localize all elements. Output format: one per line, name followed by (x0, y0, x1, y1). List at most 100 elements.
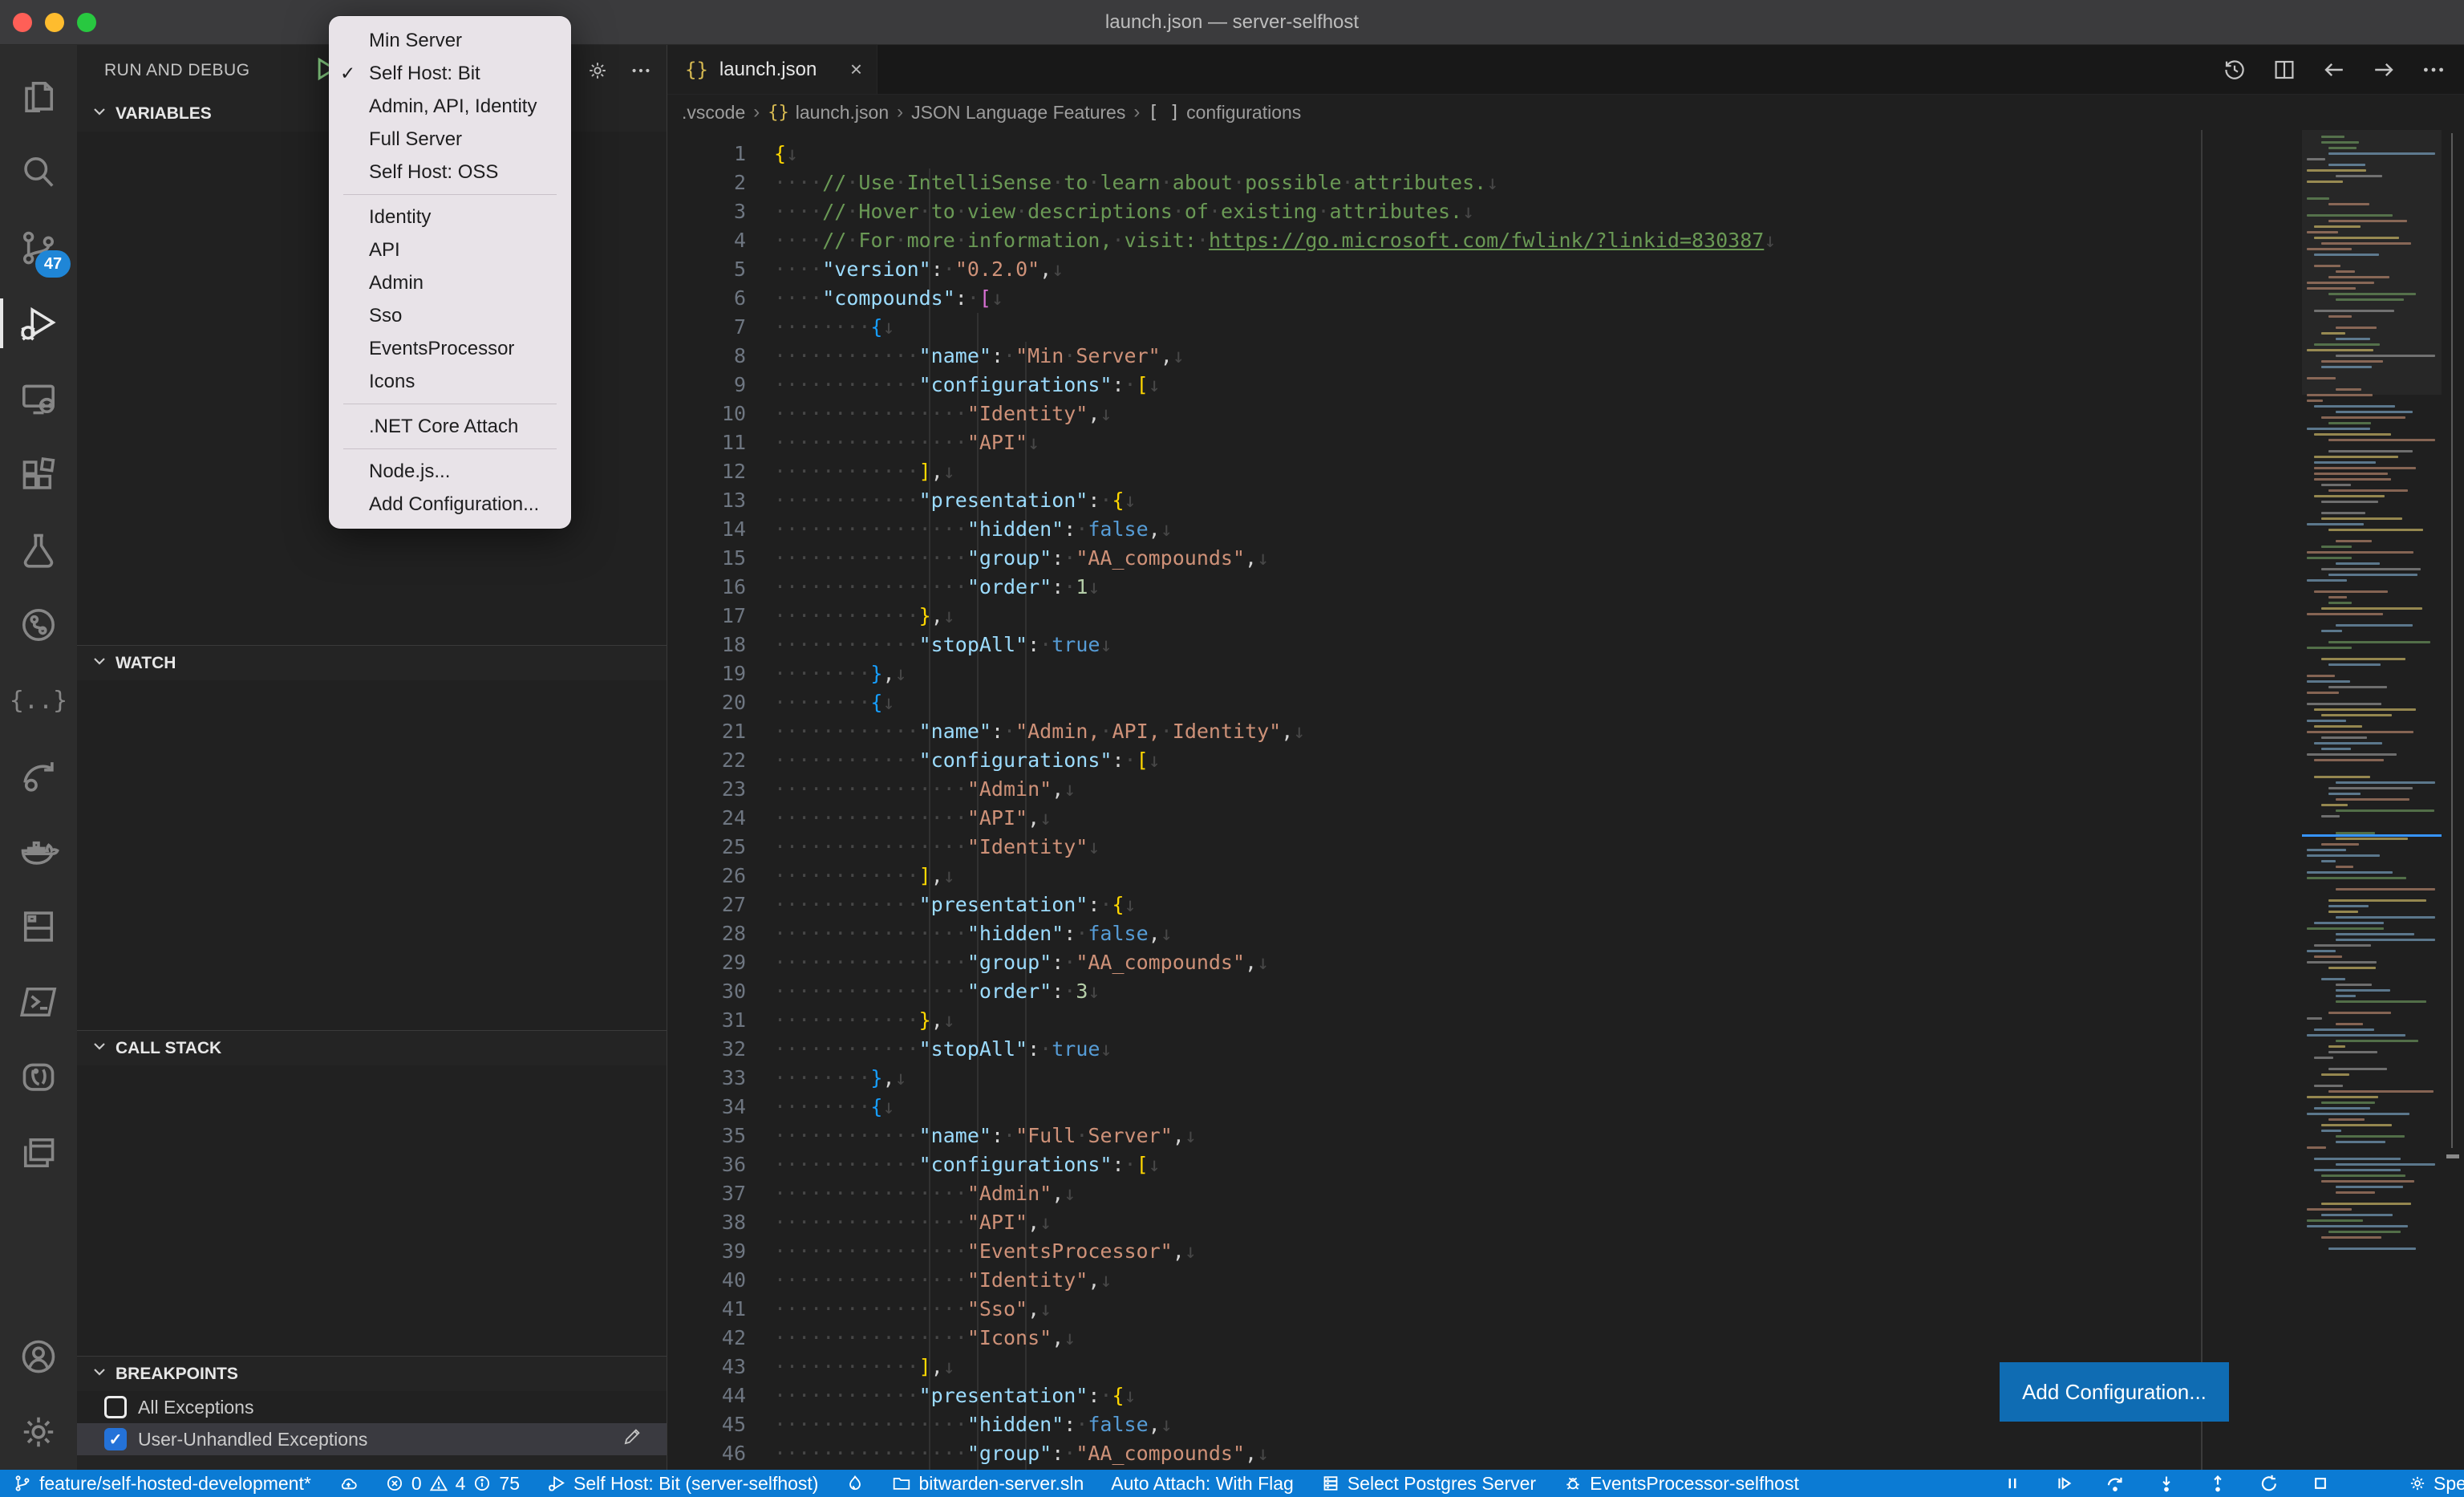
extensions-icon[interactable] (0, 436, 77, 512)
line-number[interactable]: 42 (667, 1324, 746, 1353)
line-number[interactable]: 24 (667, 804, 746, 833)
line-number[interactable]: 19 (667, 659, 746, 688)
menu-item[interactable]: Sso (329, 299, 571, 332)
menu-item[interactable]: Icons (329, 365, 571, 398)
code-line[interactable]: 31············},↓ (667, 1006, 2302, 1035)
code-line[interactable]: 25················"Identity"↓ (667, 833, 2302, 862)
code-line[interactable]: 20········{↓ (667, 688, 2302, 717)
code-line[interactable]: 3····//·Hover·to·view·descriptions·of·ex… (667, 197, 2302, 226)
code-line[interactable]: 33········},↓ (667, 1064, 2302, 1093)
code-line[interactable]: 9············"configurations":·[↓ (667, 371, 2302, 400)
line-number[interactable]: 16 (667, 573, 746, 602)
line-number[interactable]: 41 (667, 1295, 746, 1324)
line-number[interactable]: 29 (667, 948, 746, 977)
line-number[interactable]: 12 (667, 457, 746, 486)
continue-icon[interactable] (2053, 1473, 2074, 1494)
stop-icon[interactable] (2310, 1473, 2331, 1494)
menu-item[interactable]: Admin (329, 266, 571, 299)
code-line[interactable]: 41················"Sso",↓ (667, 1295, 2302, 1324)
go-forward-icon[interactable] (2371, 57, 2397, 83)
code-line[interactable]: 38················"API",↓ (667, 1208, 2302, 1237)
line-number[interactable]: 31 (667, 1006, 746, 1035)
testing-icon[interactable] (0, 512, 77, 587)
go-back-icon[interactable] (2321, 57, 2347, 83)
branch-status-item[interactable]: feature/self-hosted-development* (13, 1473, 311, 1495)
settings-gear-icon[interactable] (0, 1394, 77, 1470)
line-number[interactable]: 21 (667, 717, 746, 746)
code-line[interactable]: 19········},↓ (667, 659, 2302, 688)
code-line[interactable]: 24················"API",↓ (667, 804, 2302, 833)
line-number[interactable]: 2 (667, 168, 746, 197)
menu-item[interactable]: Admin, API, Identity (329, 90, 571, 123)
code-line[interactable]: 5····"version":·"0.2.0",↓ (667, 255, 2302, 284)
code-line[interactable]: 11················"API"↓ (667, 428, 2302, 457)
code-line[interactable]: 4····//·For·more·information,·visit:·htt… (667, 226, 2302, 255)
call-stack-section-header[interactable]: CALL STACK (77, 1030, 667, 1065)
line-number[interactable]: 11 (667, 428, 746, 457)
code-line[interactable]: 17············},↓ (667, 602, 2302, 631)
breakpoint-user-unhandled[interactable]: ✓ User-Unhandled Exceptions (77, 1423, 667, 1455)
postgresql-icon[interactable] (0, 1040, 77, 1115)
problems-status-item[interactable]: 0 4 75 (385, 1473, 520, 1495)
code-line[interactable]: 27············"presentation":·{↓ (667, 890, 2302, 919)
line-number[interactable]: 20 (667, 688, 746, 717)
code-line[interactable]: 42················"Icons",↓ (667, 1324, 2302, 1353)
accounts-icon[interactable] (0, 1319, 77, 1394)
code-line[interactable]: 35············"name":·"Full·Server",↓ (667, 1122, 2302, 1150)
line-number[interactable]: 17 (667, 602, 746, 631)
line-number[interactable]: 27 (667, 890, 746, 919)
code-line[interactable]: 6····"compounds":·[↓ (667, 284, 2302, 313)
debug-target-item[interactable]: Self Host: Bit (server-selfhost) (547, 1473, 818, 1495)
line-number[interactable]: 14 (667, 515, 746, 544)
code-line[interactable]: 13············"presentation":·{↓ (667, 486, 2302, 515)
events-processor-item[interactable]: EventsProcessor-selfhost (1563, 1473, 1799, 1495)
checkbox-unchecked[interactable] (104, 1396, 127, 1418)
restart-icon[interactable] (2259, 1473, 2280, 1494)
code-line[interactable]: 39················"EventsProcessor",↓ (667, 1237, 2302, 1266)
code-line[interactable]: 15················"group":·"AA_compounds… (667, 544, 2302, 573)
close-tab-icon[interactable]: × (850, 57, 862, 82)
timeline-history-icon[interactable] (2222, 57, 2247, 83)
run-and-debug-icon[interactable] (0, 286, 77, 361)
solution-status-item[interactable]: bitwarden-server.sln (892, 1473, 1084, 1495)
code-line[interactable]: 30················"order":·3↓ (667, 977, 2302, 1006)
line-number[interactable]: 18 (667, 631, 746, 659)
menu-item[interactable]: Min Server (329, 24, 571, 57)
menu-item[interactable]: ✓Self Host: Bit (329, 57, 571, 90)
explorer-icon[interactable] (0, 59, 77, 135)
step-out-icon[interactable] (2207, 1473, 2228, 1494)
code-line[interactable]: 18············"stopAll":·true↓ (667, 631, 2302, 659)
line-number[interactable]: 30 (667, 977, 746, 1006)
edit-condition-pencil-icon[interactable] (622, 1426, 642, 1452)
menu-item[interactable]: .NET Core Attach (329, 410, 571, 443)
debug-settings-gear-icon[interactable] (586, 59, 609, 82)
line-number[interactable]: 7 (667, 313, 746, 342)
line-number[interactable]: 1 (667, 140, 746, 168)
rest-client-icon[interactable]: {..} (0, 663, 77, 738)
line-number[interactable]: 22 (667, 746, 746, 775)
code-line[interactable]: 29················"group":·"AA_compounds… (667, 948, 2302, 977)
checkbox-checked[interactable]: ✓ (104, 1428, 127, 1450)
auto-attach-item[interactable]: Auto Attach: With Flag (1111, 1473, 1294, 1495)
code-line[interactable]: 22············"configurations":·[↓ (667, 746, 2302, 775)
line-number[interactable]: 43 (667, 1353, 746, 1381)
breakpoints-section-header[interactable]: BREAKPOINTS (77, 1356, 667, 1391)
line-number[interactable]: 15 (667, 544, 746, 573)
git-graph-icon[interactable] (0, 587, 77, 663)
storage-icon[interactable] (0, 889, 77, 964)
code-line[interactable]: 46················"group":·"AA_compounds… (667, 1439, 2302, 1468)
code-line[interactable]: 26············],↓ (667, 862, 2302, 890)
line-number[interactable]: 23 (667, 775, 746, 804)
line-number[interactable]: 45 (667, 1410, 746, 1439)
line-number[interactable]: 40 (667, 1266, 746, 1295)
breadcrumb-item[interactable]: [ ]configurations (1148, 102, 1301, 124)
code-line[interactable]: 37················"Admin",↓ (667, 1179, 2302, 1208)
pause-icon[interactable] (2002, 1473, 2023, 1494)
breadcrumb-item[interactable]: .vscode (682, 102, 745, 124)
line-number[interactable]: 37 (667, 1179, 746, 1208)
code-line[interactable]: 28················"hidden":·false,↓ (667, 919, 2302, 948)
code-line[interactable]: 2····//·Use·IntelliSense·to·learn·about·… (667, 168, 2302, 197)
code-line[interactable]: 1{↓ (667, 140, 2302, 168)
code-line[interactable]: 32············"stopAll":·true↓ (667, 1035, 2302, 1064)
remote-explorer-icon[interactable] (0, 361, 77, 436)
